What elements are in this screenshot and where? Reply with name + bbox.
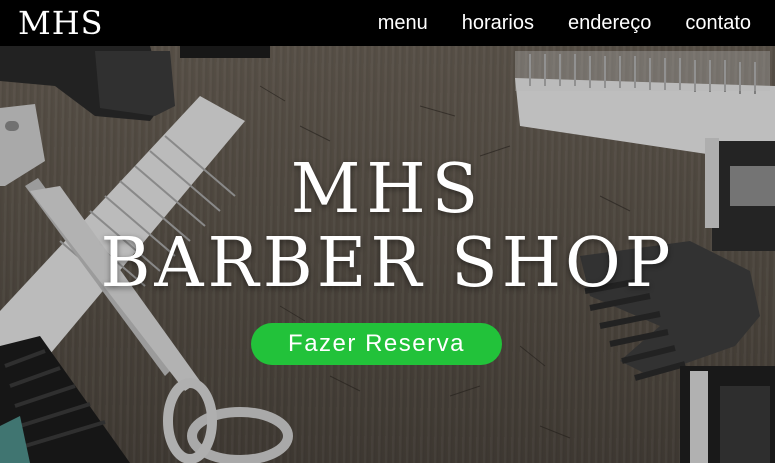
nav-link-endereco[interactable]: endereço bbox=[568, 0, 651, 46]
hero-title-line1: MHS bbox=[290, 150, 485, 229]
main-nav: menu horarios endereço contato bbox=[378, 0, 751, 46]
nav-link-horarios[interactable]: horarios bbox=[462, 0, 534, 46]
top-navbar: MHS menu horarios endereço contato bbox=[0, 0, 775, 46]
reserve-button[interactable]: Fazer Reserva bbox=[251, 323, 502, 365]
hero-title-line2: BARBER SHOP bbox=[100, 224, 675, 303]
hero-section: MHS BARBER SHOP Fazer Reserva bbox=[0, 46, 775, 463]
brand-logo[interactable]: MHS bbox=[18, 0, 104, 46]
nav-link-menu[interactable]: menu bbox=[378, 0, 428, 46]
nav-link-contato[interactable]: contato bbox=[685, 0, 751, 46]
